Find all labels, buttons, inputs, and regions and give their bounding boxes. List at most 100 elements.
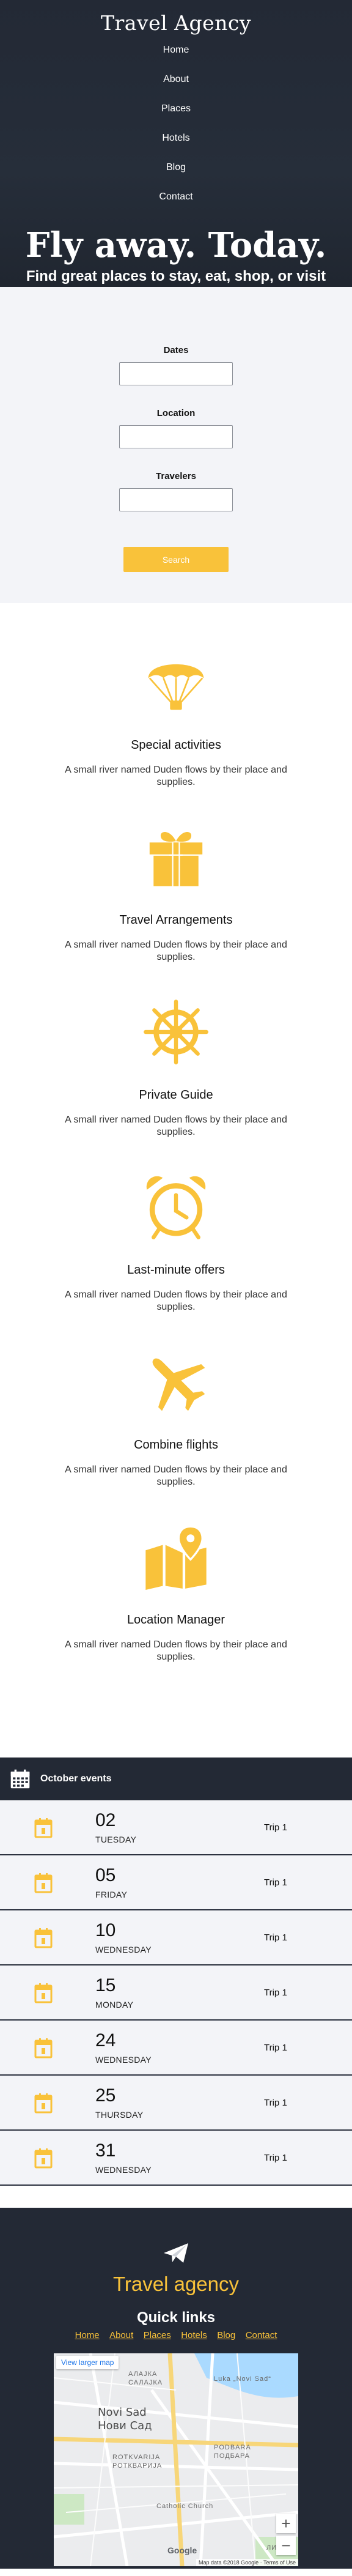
airplane-icon (0, 1349, 352, 1430)
feature-title: Combine flights (134, 1438, 218, 1452)
feature-text: A small river named Duden flows by their… (65, 765, 287, 787)
map-city-label: Novi Sad (98, 2406, 147, 2419)
event-trip[interactable]: Trip 1 (264, 2043, 287, 2053)
feature-title: Private Guide (139, 1088, 213, 1102)
events-header: October events (0, 1758, 352, 1800)
event-weekday: WEDNESDAY (95, 2165, 152, 2175)
event-trip[interactable]: Trip 1 (264, 2098, 287, 2108)
map-zoom-in-button[interactable]: + (276, 2514, 296, 2533)
nav-home[interactable]: Home (163, 45, 189, 55)
footer-link-places[interactable]: Places (144, 2330, 171, 2340)
gift-icon (0, 824, 352, 905)
dates-input[interactable] (119, 362, 233, 385)
map-attribution[interactable]: Map data ©2018 Google · Terms of Use (196, 2559, 298, 2566)
footer-link-contact[interactable]: Contact (246, 2330, 277, 2340)
footer: Travel agency Quick links Home About Pla… (0, 2208, 352, 2569)
event-day: 31 (95, 2140, 116, 2161)
alarm-clock-icon (0, 1174, 352, 1255)
travelers-label: Travelers (156, 471, 196, 481)
event-trip[interactable]: Trip 1 (264, 2153, 287, 2163)
location-input[interactable] (119, 425, 233, 448)
event-day: 02 (95, 1810, 116, 1830)
event-weekday: THURSDAY (95, 2110, 144, 2120)
calendar-icon (34, 2093, 53, 2114)
feature-item: Last-minute offers A small river named D… (0, 1174, 352, 1349)
nav-hotels[interactable]: Hotels (162, 133, 189, 143)
event-trip[interactable]: Trip 1 (264, 1822, 287, 1833)
event-day: 24 (95, 2030, 116, 2051)
feature-item: Private Guide A small river named Duden … (0, 999, 352, 1174)
event-weekday: FRIDAY (95, 1890, 128, 1899)
feature-text: A small river named Duden flows by their… (65, 1639, 287, 1662)
map-place-label: Luka „Novi Sad“ (214, 2375, 271, 2383)
nav-blog[interactable]: Blog (166, 162, 186, 173)
feature-title: Location Manager (127, 1613, 226, 1627)
ship-wheel-icon (0, 999, 352, 1080)
feature-item: Travel Arrangements A small river named … (0, 824, 352, 999)
footer-link-about[interactable]: About (109, 2330, 133, 2340)
feature-text: A small river named Duden flows by their… (65, 1115, 287, 1137)
calendar-icon (34, 2038, 53, 2058)
event-row[interactable]: 15 MONDAY Trip 1 (0, 1965, 352, 2021)
footer-link-home[interactable]: Home (75, 2330, 100, 2340)
footer-link-hotels[interactable]: Hotels (181, 2330, 207, 2340)
feature-title: Travel Arrangements (119, 913, 233, 927)
map-canvas[interactable] (54, 2353, 298, 2566)
nav-places[interactable]: Places (161, 103, 191, 114)
hero-section: Travel Agency Home About Places Hotels B… (0, 0, 352, 287)
event-weekday: WEDNESDAY (95, 1945, 152, 1954)
dates-label: Dates (163, 345, 189, 355)
event-trip[interactable]: Trip 1 (264, 1988, 287, 1998)
footer-link-blog[interactable]: Blog (217, 2330, 235, 2340)
event-weekday: MONDAY (95, 2000, 134, 2010)
event-weekday: WEDNESDAY (95, 2055, 152, 2065)
feature-item: Combine flights A small river named Dude… (0, 1349, 352, 1524)
feature-text: A small river named Duden flows by their… (65, 940, 287, 962)
map-district-label: САЛАЈКА (128, 2379, 163, 2386)
event-row[interactable]: 24 WEDNESDAY Trip 1 (0, 2021, 352, 2076)
event-day: 05 (95, 1865, 116, 1885)
nav-contact[interactable]: Contact (159, 191, 193, 202)
event-trip[interactable]: Trip 1 (264, 1932, 287, 1943)
map-city-label: Нови Сад (98, 2419, 152, 2432)
quick-links-title: Quick links (136, 2309, 216, 2326)
map-district-label: ROTKVARIJA (112, 2454, 161, 2461)
map-zoom-out-button[interactable]: − (276, 2536, 296, 2555)
map-place-label: Catholic Church (156, 2503, 214, 2510)
map-pin-icon (0, 1524, 352, 1605)
event-row[interactable]: 05 FRIDAY Trip 1 (0, 1855, 352, 1910)
view-larger-map-link[interactable]: View larger map (56, 2356, 119, 2369)
embedded-map[interactable]: View larger map АЛАЈКА САЛАЈКА Novi Sad … (54, 2353, 298, 2566)
event-row[interactable]: 25 THURSDAY Trip 1 (0, 2076, 352, 2131)
hero-subtitle: Find great places to stay, eat, shop, or… (26, 268, 326, 284)
feature-text: A small river named Duden flows by their… (65, 1464, 287, 1487)
calendar-icon (34, 1818, 53, 1838)
calendar-icon (34, 1983, 53, 2003)
calendar-icon (34, 1873, 53, 1893)
parachute-icon (0, 649, 352, 730)
paper-plane-icon (0, 2208, 352, 2271)
event-day: 25 (95, 2085, 116, 2106)
event-row[interactable]: 31 WEDNESDAY Trip 1 (0, 2131, 352, 2186)
calendar-icon (34, 1928, 53, 1948)
calendar-icon (10, 1769, 30, 1789)
hero-title: Fly away. Today. (25, 225, 327, 265)
event-day: 10 (95, 1920, 116, 1940)
nav-about[interactable]: About (163, 74, 189, 84)
features-section: Special activities A small river named D… (0, 603, 352, 1758)
search-button[interactable]: Search (123, 547, 229, 572)
event-weekday: TUESDAY (95, 1835, 137, 1844)
site-brand[interactable]: Travel Agency (0, 0, 352, 39)
location-label: Location (156, 408, 196, 418)
search-form: Dates Location Travelers Search (0, 287, 352, 603)
travelers-input[interactable] (119, 488, 233, 511)
feature-item: Location Manager A small river named Dud… (0, 1524, 352, 1699)
event-day: 15 (95, 1975, 116, 1995)
events-section: October events 02 TUESDAY Trip 1 05 FRID… (0, 1758, 352, 2186)
event-row[interactable]: 02 TUESDAY Trip 1 (0, 1800, 352, 1855)
map-district-label: ПОДБАРА (214, 2452, 250, 2460)
feature-title: Last-minute offers (127, 1263, 225, 1277)
event-trip[interactable]: Trip 1 (264, 1877, 287, 1888)
events-title: October events (40, 1773, 112, 1784)
event-row[interactable]: 10 WEDNESDAY Trip 1 (0, 1910, 352, 1965)
